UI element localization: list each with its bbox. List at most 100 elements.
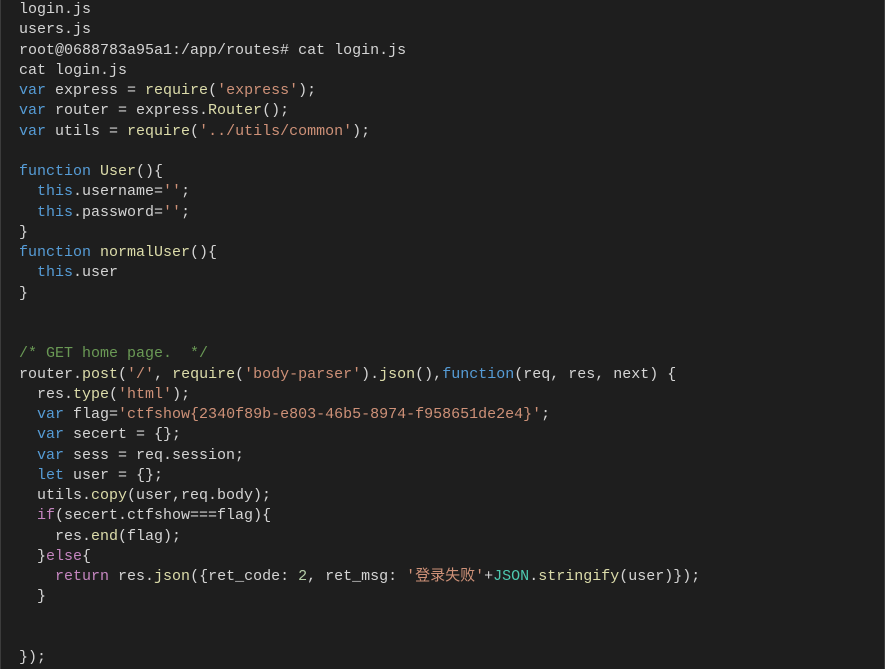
text: ; — [181, 183, 190, 200]
text: router = express. — [46, 102, 208, 119]
text: (flag); — [118, 528, 181, 545]
text: , — [154, 366, 172, 383]
fn-json: json — [379, 366, 415, 383]
fn-require: require — [127, 123, 190, 140]
keyword-var: var — [19, 82, 46, 99]
keyword-function: function — [19, 244, 91, 261]
code-line: function normalUser(){ — [19, 244, 217, 261]
text: (){ — [136, 163, 163, 180]
string-literal: '/' — [127, 366, 154, 383]
text: ( — [208, 82, 217, 99]
text: ); — [172, 386, 190, 403]
text: secert = {}; — [64, 426, 181, 443]
string-literal: '' — [163, 183, 181, 200]
text: ( — [190, 123, 199, 140]
prompt-path: :/app/routes# — [172, 42, 298, 59]
keyword-let: let — [37, 467, 64, 484]
keyword-this: this — [37, 183, 73, 200]
terminal-output[interactable]: login.js users.js root@0688783a95a1:/app… — [0, 0, 885, 669]
fn-normaluser: normalUser — [100, 244, 190, 261]
text: (){ — [190, 244, 217, 261]
text: ( — [109, 386, 118, 403]
string-literal: '登录失败' — [406, 568, 484, 585]
fn-user: User — [100, 163, 136, 180]
fn-type: type — [73, 386, 109, 403]
text: ); — [352, 123, 370, 140]
code-line: var router = express.Router(); — [19, 102, 289, 119]
string-literal: 'html' — [118, 386, 172, 403]
code-line: let user = {}; — [19, 467, 163, 484]
code-line: if(secert.ctfshow===flag){ — [19, 507, 271, 524]
text: express = — [46, 82, 145, 99]
text: . — [529, 568, 538, 585]
text: (user)}); — [619, 568, 700, 585]
code-line: var utils = require('../utils/common'); — [19, 123, 370, 140]
text: } — [19, 548, 46, 565]
keyword-var: var — [37, 447, 64, 464]
fn-post: post — [82, 366, 118, 383]
code-line: this.password=''; — [19, 204, 190, 221]
code-line: } — [19, 588, 46, 605]
text: res. — [19, 528, 91, 545]
keyword-function: function — [19, 163, 91, 180]
code-line: this.username=''; — [19, 183, 190, 200]
text: (), — [415, 366, 442, 383]
text: user = {}; — [64, 467, 163, 484]
text: .password= — [73, 204, 163, 221]
text: res. — [19, 386, 73, 403]
code-line: function User(){ — [19, 163, 163, 180]
keyword-return: return — [55, 568, 109, 585]
code-line: var sess = req.session; — [19, 447, 244, 464]
fn-json: json — [154, 568, 190, 585]
text: (secert.ctfshow===flag){ — [55, 507, 271, 524]
prompt-line: root@0688783a95a1:/app/routes# cat login… — [19, 42, 406, 59]
fn-copy: copy — [91, 487, 127, 504]
text: (req, res, next) { — [514, 366, 676, 383]
code-line: utils.copy(user,req.body); — [19, 487, 271, 504]
command: cat login.js — [298, 42, 406, 59]
fn-end: end — [91, 528, 118, 545]
text: res. — [109, 568, 154, 585]
prompt-user: root@0688783a95a1 — [19, 42, 172, 59]
keyword-var: var — [19, 123, 46, 140]
text: ); — [298, 82, 316, 99]
code-line: var flag='ctfshow{2340f89b-e803-46b5-897… — [19, 406, 550, 423]
fn-require: require — [145, 82, 208, 99]
string-literal: 'express' — [217, 82, 298, 99]
text: flag= — [64, 406, 118, 423]
number-literal: 2 — [298, 568, 307, 585]
code-line: router.post('/', require('body-parser').… — [19, 366, 676, 383]
text: (user,req.body); — [127, 487, 271, 504]
code-line: }); — [19, 649, 46, 666]
code-line: var express = require('express'); — [19, 82, 316, 99]
text: ; — [181, 204, 190, 221]
code-line: } — [19, 285, 28, 302]
string-literal: '../utils/common' — [199, 123, 352, 140]
code-line: }else{ — [19, 548, 91, 565]
keyword-var: var — [37, 406, 64, 423]
code-line: res.type('html'); — [19, 386, 190, 403]
string-literal: '' — [163, 204, 181, 221]
keyword-var: var — [37, 426, 64, 443]
string-literal: 'body-parser' — [244, 366, 361, 383]
keyword-this: this — [37, 204, 73, 221]
text: router. — [19, 366, 82, 383]
text: + — [484, 568, 493, 585]
keyword-else: else — [46, 548, 82, 565]
type-json: JSON — [493, 568, 529, 585]
code-line: /* GET home page. */ — [19, 345, 208, 362]
ls-output-line: users.js — [19, 21, 91, 38]
text: { — [82, 548, 91, 565]
keyword-function: function — [442, 366, 514, 383]
text: ( — [235, 366, 244, 383]
text: utils = — [46, 123, 127, 140]
text: .user — [73, 264, 118, 281]
text: (); — [262, 102, 289, 119]
string-literal: 'ctfshow{2340f89b-e803-46b5-8974-f958651… — [118, 406, 541, 423]
echo-line: cat login.js — [19, 62, 127, 79]
code-line: return res.json({ret_code: 2, ret_msg: '… — [19, 568, 700, 585]
fn-router: Router — [208, 102, 262, 119]
ls-output-line: login.js — [19, 1, 91, 18]
text: sess = req.session; — [64, 447, 244, 464]
text: ( — [118, 366, 127, 383]
